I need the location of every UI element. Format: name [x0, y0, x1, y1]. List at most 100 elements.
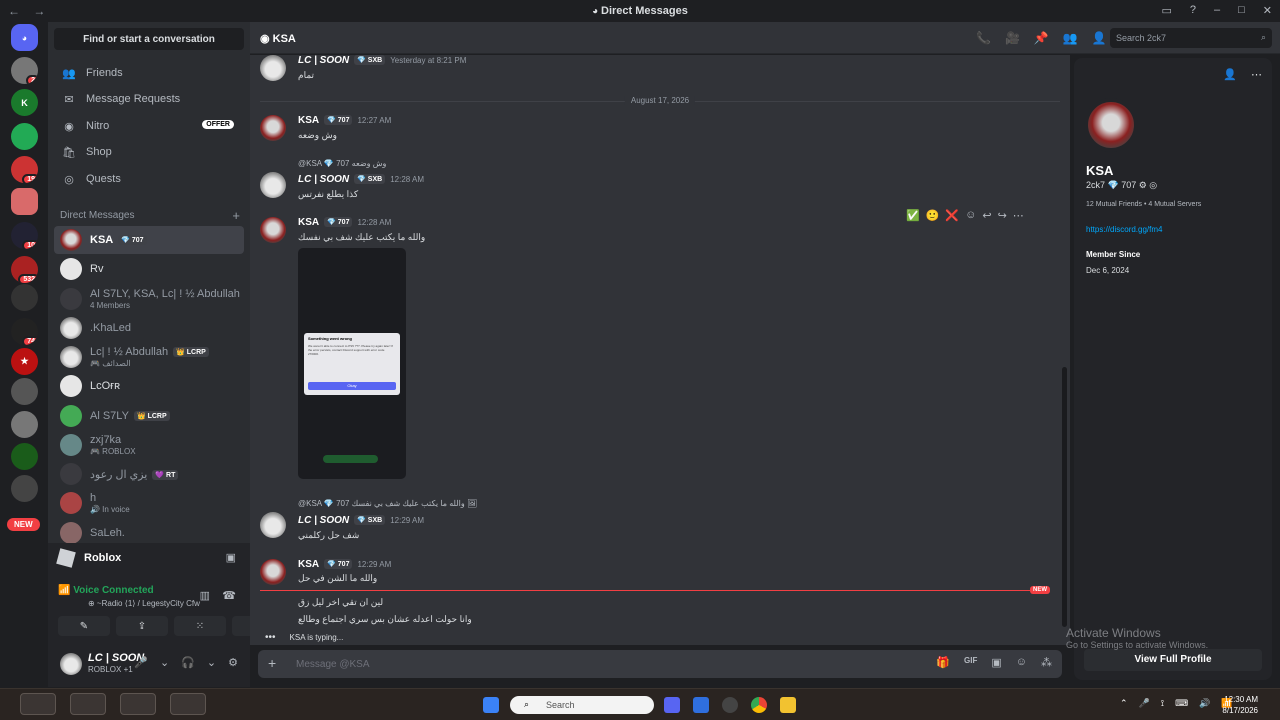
emoji-icon[interactable]: ☺	[1016, 656, 1027, 669]
add-friend-icon[interactable]: 👤	[1223, 68, 1237, 81]
maximize-button[interactable]: □	[1238, 4, 1245, 17]
dm-item-h[interactable]: h 🔊 In voice	[54, 489, 244, 517]
minimize-button[interactable]: –	[1214, 4, 1220, 17]
profile-link[interactable]: https://discord.gg/fm4	[1086, 225, 1162, 234]
dm-item-zxj7ka[interactable]: zxj7ka 🎮 ROBLOX	[54, 431, 244, 459]
reply-icon[interactable]: ↩	[982, 209, 991, 222]
chevron-down-icon[interactable]: ⌄	[160, 656, 169, 669]
taskbar-clock[interactable]: 12:30 AM 8/17/2026	[1222, 694, 1258, 716]
search-input[interactable]: Search 2ck7 ⌕	[1110, 28, 1272, 48]
nav-shop[interactable]: 🛍 Shop	[54, 139, 244, 165]
view-full-profile-button[interactable]: View Full Profile	[1084, 649, 1262, 671]
gear-icon[interactable]: ⚙	[228, 656, 238, 669]
author-name[interactable]: KSA	[298, 115, 319, 126]
file-explorer-icon[interactable]	[780, 697, 796, 713]
dm-item-group[interactable]: Al S7LY, KSA, Lc| ! ½ Abdullah 4 Members	[54, 285, 244, 313]
avatar[interactable]	[260, 559, 286, 585]
forward-icon[interactable]: ↪	[998, 209, 1007, 222]
avatar[interactable]	[260, 172, 286, 198]
server-icon[interactable]: ★	[11, 348, 38, 375]
share-screen-button[interactable]: ⇪	[116, 616, 168, 636]
reply-preview[interactable]: @KSA 💎 707 والله ما يكتب عليك شف بي نفسك…	[298, 499, 477, 508]
noise-suppression-icon[interactable]: ▥	[200, 589, 210, 602]
server-icon[interactable]	[11, 378, 38, 405]
dm-item-abdullah[interactable]: Lc| ! ½ Abdullah 👑 LCRP 🎮 الصدائف	[54, 343, 244, 371]
reply-preview[interactable]: @KSA 💎 707 وش وضعه	[298, 159, 386, 168]
dm-item-rv[interactable]: Rv	[54, 255, 244, 283]
dm-item-lcofr[interactable]: LcOғʀ	[54, 372, 244, 400]
message-input[interactable]	[296, 655, 856, 673]
avatar[interactable]	[260, 217, 286, 243]
server-icon[interactable]: 74	[11, 318, 38, 345]
headphones-icon[interactable]: 🎧	[181, 656, 195, 669]
widget-thumb[interactable]	[20, 693, 56, 715]
voice-connected-status[interactable]: 📶 Voice Connected	[58, 585, 154, 596]
server-icon[interactable]	[11, 411, 38, 438]
server-icon[interactable]: 532	[11, 256, 38, 283]
cross-reaction-icon[interactable]: ❌	[945, 209, 959, 222]
author-name[interactable]: KSA	[298, 217, 319, 228]
microphone-icon[interactable]: 🎤	[134, 656, 148, 669]
author-name[interactable]: KSA	[298, 559, 319, 570]
phone-icon[interactable]: 📞	[976, 31, 991, 45]
activities-button[interactable]: ⁙	[174, 616, 226, 636]
more-options-icon[interactable]: ⋯	[1013, 209, 1024, 222]
server-icon[interactable]	[11, 188, 38, 215]
discord-app-icon[interactable]	[664, 697, 680, 713]
add-reaction-icon[interactable]: ☺	[965, 209, 976, 221]
more-options-icon[interactable]: ⋯	[1251, 68, 1262, 81]
author-name[interactable]: LC | SOON	[298, 515, 349, 526]
disconnect-icon[interactable]: ☎	[222, 589, 236, 602]
server-icon[interactable]	[11, 475, 38, 502]
microphone-icon[interactable]: 🎤	[1139, 698, 1150, 709]
add-friends-icon[interactable]: 👥	[1063, 31, 1078, 45]
chat-scrollbar[interactable]	[1062, 367, 1067, 627]
volume-icon[interactable]: 🔊	[1199, 698, 1210, 709]
nav-friends[interactable]: 👥 Friends	[54, 60, 244, 86]
user-profile-icon[interactable]: 👤	[1092, 31, 1107, 45]
new-unreads-pill[interactable]: NEW	[7, 518, 40, 531]
server-icon[interactable]	[11, 284, 38, 311]
dm-item-khaled[interactable]: .KhaLed	[54, 314, 244, 342]
camera-button[interactable]: ✎	[58, 616, 110, 636]
author-name[interactable]: LC | SOON	[298, 174, 349, 185]
help-icon[interactable]: ?	[1190, 4, 1196, 17]
tray-overflow-icon[interactable]: ⌃	[1120, 698, 1128, 709]
gif-icon[interactable]: GIF	[964, 656, 977, 669]
create-dm-plus-icon[interactable]: +	[232, 208, 240, 223]
avatar[interactable]	[260, 115, 286, 141]
keyboard-icon[interactable]: ⌨	[1175, 698, 1188, 709]
avatar[interactable]	[260, 55, 286, 81]
voice-channel-name[interactable]: ⊕ ~Radio ⟨1⟩ / LegestyCity Cfw	[88, 599, 200, 608]
avatar[interactable]	[260, 512, 286, 538]
obs-app-icon[interactable]	[722, 697, 738, 713]
taskbar-search[interactable]: ⌕ Search	[510, 696, 654, 714]
server-icon[interactable]: 19	[11, 156, 38, 183]
widget-thumb[interactable]	[70, 693, 106, 715]
screen-share-icon[interactable]: ▣	[226, 551, 236, 564]
location-icon[interactable]: ⟟	[1161, 698, 1164, 709]
user-avatar[interactable]	[60, 653, 82, 675]
server-icon[interactable]: 2	[11, 57, 38, 84]
server-icon[interactable]: 10	[11, 222, 38, 249]
find-conversation-button[interactable]: Find or start a conversation	[54, 28, 244, 50]
home-button[interactable]: ◕	[11, 24, 38, 51]
sticker-icon[interactable]: ▣	[991, 656, 1001, 669]
nav-nitro[interactable]: ◉ Nitro OFFER	[54, 113, 244, 139]
roblox-app-icon[interactable]	[693, 697, 709, 713]
server-icon[interactable]	[11, 123, 38, 150]
gift-icon[interactable]: 🎁	[936, 656, 950, 669]
dm-item-als7ly[interactable]: Al S7LY 👑 LCRP	[54, 402, 244, 430]
close-button[interactable]: ✕	[1263, 4, 1272, 17]
chat-messages[interactable]: LC | SOON 💎 SXB Yesterday at 8:21 PM تمام …	[250, 55, 1070, 645]
apps-icon[interactable]: ⁂	[1041, 656, 1052, 669]
chrome-app-icon[interactable]	[751, 697, 767, 713]
emoji-reaction-icon[interactable]: 🙂	[926, 209, 940, 222]
attach-plus-icon[interactable]: +	[268, 655, 276, 671]
server-icon[interactable]: K	[11, 89, 38, 116]
author-name[interactable]: LC | SOON	[298, 55, 349, 66]
profile-avatar[interactable]	[1084, 98, 1138, 152]
video-icon[interactable]: 🎥	[1005, 31, 1020, 45]
server-icon[interactable]	[11, 443, 38, 470]
widget-thumb[interactable]	[120, 693, 156, 715]
